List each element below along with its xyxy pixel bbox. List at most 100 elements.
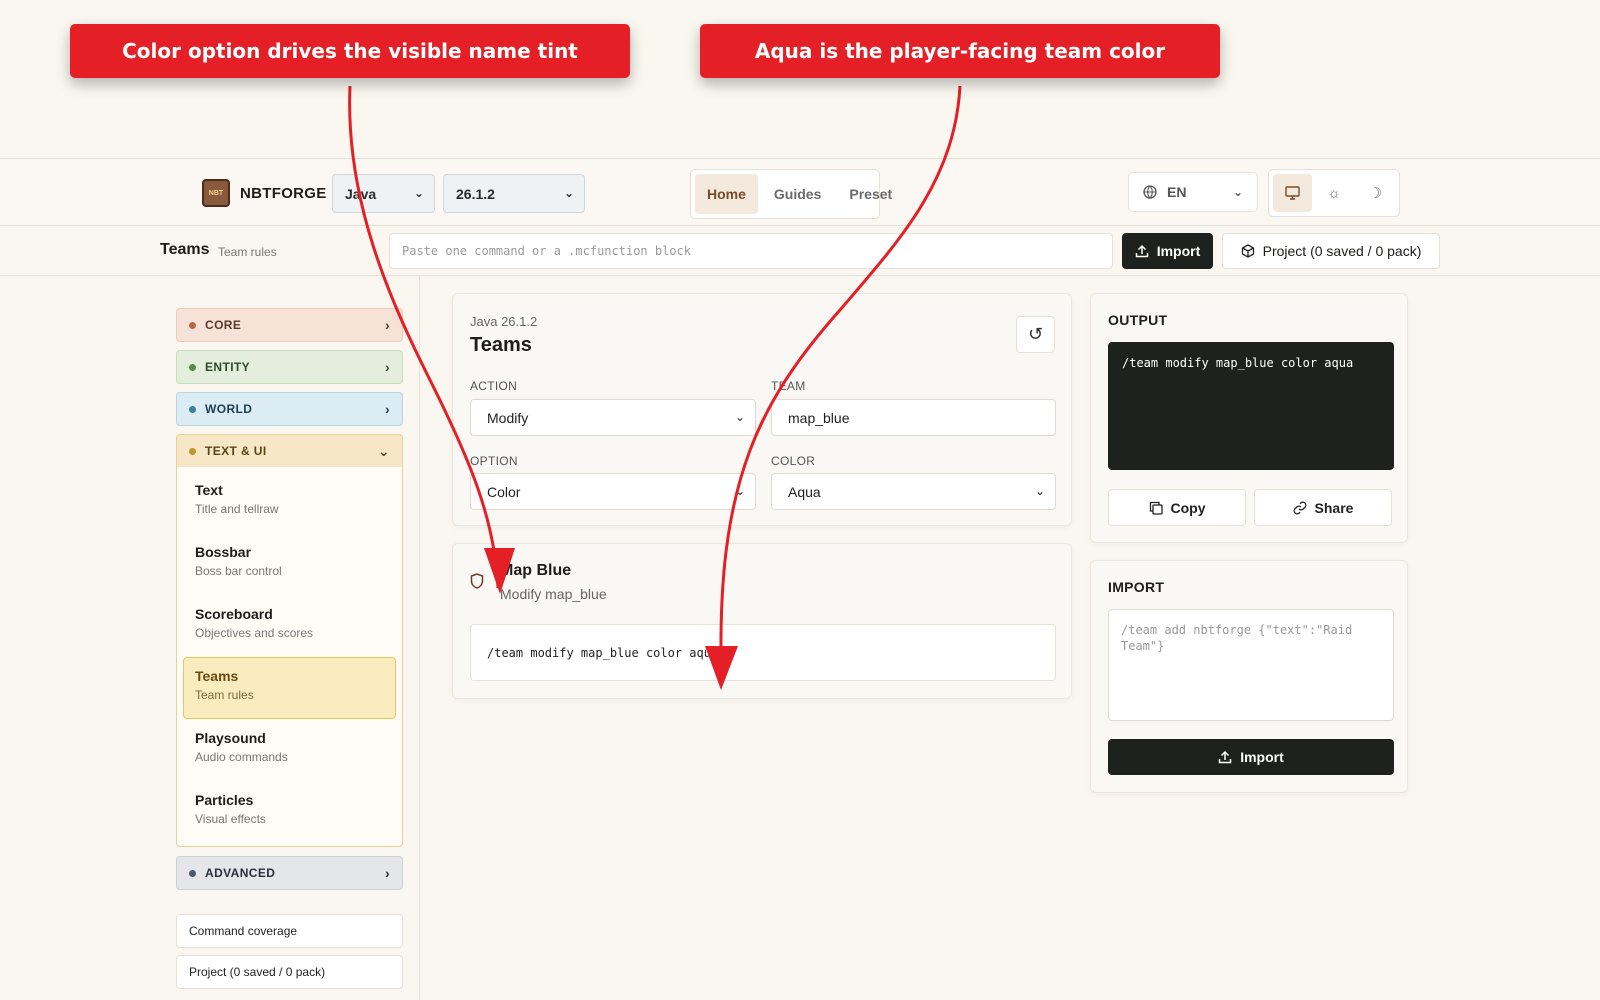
theme-dark-button[interactable]: ☽ (1356, 174, 1395, 212)
category-dot (189, 405, 196, 413)
sidebar-item-bossbar[interactable]: Bossbar Boss bar control (183, 533, 396, 595)
theme-light-button[interactable]: ☼ (1314, 174, 1353, 212)
version-select[interactable]: 26.1.2 ⌄ (443, 174, 585, 213)
option-value: Color (487, 483, 521, 500)
language-value: EN (1167, 184, 1187, 200)
text-ui-subnav: Text Title and tellraw Bossbar Boss bar … (176, 467, 403, 847)
sidebar-item-subtitle: Boss bar control (195, 564, 282, 578)
annotation-callout-color-option: Color option drives the visible name tin… (70, 24, 630, 78)
form-version-label: Java 26.1.2 (470, 314, 538, 329)
form-title: Teams (470, 334, 532, 356)
command-paste-input[interactable]: Paste one command or a .mcfunction block (389, 233, 1113, 269)
copy-icon (1149, 501, 1163, 515)
language-select[interactable]: EN ⌄ (1128, 172, 1258, 212)
sidebar-project-link[interactable]: Project (0 saved / 0 pack) (176, 955, 403, 989)
sidebar-item-subtitle: Title and tellraw (195, 502, 279, 516)
command-coverage-link[interactable]: Command coverage (176, 914, 403, 948)
category-dot (189, 869, 196, 877)
chevron-down-icon: ⌄ (734, 484, 745, 498)
import-submit-label: Import (1240, 749, 1284, 765)
sidebar-item-particles[interactable]: Particles Visual effects (183, 781, 396, 843)
shield-icon (470, 573, 484, 589)
action-select[interactable]: Modify ⌄ (470, 399, 756, 436)
category-advanced-label: ADVANCED (205, 866, 276, 880)
chevron-down-icon: ⌄ (413, 186, 424, 200)
sidebar-item-subtitle: Objectives and scores (195, 626, 314, 640)
project-button-label: Project (0 saved / 0 pack) (1262, 243, 1422, 259)
category-dot (189, 447, 196, 455)
import-card: IMPORT /team add nbtforge {"text":"Raid … (1090, 560, 1408, 793)
top-bar: NBT NBTFORGE Java ⌄ 26.1.2 ⌄ Home Guides… (0, 158, 1600, 226)
copy-button-label: Copy (1170, 499, 1206, 516)
import-button-label: Import (1156, 243, 1201, 259)
import-button[interactable]: Import (1122, 233, 1213, 269)
edition-select[interactable]: Java ⌄ (332, 174, 435, 213)
share-button[interactable]: Share (1254, 489, 1392, 526)
reset-button[interactable]: ↺ (1016, 316, 1055, 353)
chevron-down-icon: ⌄ (377, 442, 390, 459)
sidebar-item-title: Scoreboard (195, 606, 273, 622)
category-world-label: WORLD (205, 402, 253, 416)
import-heading: IMPORT (1108, 579, 1165, 595)
nav-home[interactable]: Home (695, 174, 758, 214)
sidebar-item-title: Teams (195, 668, 239, 684)
sidebar-item-title: Playsound (195, 730, 266, 746)
preview-subtitle: Modify map_blue (500, 586, 607, 602)
category-text-ui[interactable]: TEXT & UI ⌄ (176, 434, 403, 468)
preview-command: /team modify map_blue color aqua (470, 624, 1056, 681)
output-command-box[interactable]: /team modify map_blue color aqua (1108, 342, 1394, 470)
project-button[interactable]: Project (0 saved / 0 pack) (1222, 233, 1440, 269)
chevron-right-icon: › (384, 359, 390, 375)
category-dot (189, 363, 196, 371)
moon-icon: ☽ (1368, 185, 1383, 202)
page-subtitle: Team rules (218, 245, 277, 259)
brand-name: NBTFORGE (240, 184, 327, 202)
color-select[interactable]: Aqua ⌄ (771, 473, 1056, 510)
chevron-down-icon: ⌄ (734, 410, 745, 424)
copy-button[interactable]: Copy (1108, 489, 1246, 526)
chevron-down-icon: ⌄ (1034, 484, 1045, 498)
brand[interactable]: NBT NBTFORGE (202, 179, 327, 207)
import-submit-button[interactable]: Import (1108, 739, 1394, 775)
sidebar-item-text[interactable]: Text Title and tellraw (183, 471, 396, 533)
chevron-down-icon: ⌄ (563, 186, 574, 200)
teams-form-card: Java 26.1.2 Teams ↺ ACTION Modify ⌄ TEAM… (452, 293, 1072, 526)
sidebar-item-teams[interactable]: Teams Team rules (183, 657, 396, 719)
category-advanced[interactable]: ADVANCED › (176, 856, 403, 890)
team-label: TEAM (771, 379, 806, 393)
category-world[interactable]: WORLD › (176, 392, 403, 426)
sidebar-item-playsound[interactable]: Playsound Audio commands (183, 719, 396, 781)
link-icon (1293, 501, 1306, 514)
sidebar-item-subtitle: Visual effects (195, 812, 266, 826)
option-label: OPTION (470, 454, 518, 468)
sub-toolbar: Teams Team rules Paste one command or a … (0, 226, 1600, 276)
upload-icon (1218, 750, 1232, 764)
category-entity[interactable]: ENTITY › (176, 350, 403, 384)
globe-icon (1143, 185, 1157, 199)
option-select[interactable]: Color ⌄ (470, 473, 756, 510)
sidebar-item-subtitle: Team rules (195, 688, 254, 702)
theme-switcher: ☼ ☽ (1268, 169, 1400, 217)
nav-preset[interactable]: Preset (837, 174, 904, 214)
category-dot (189, 321, 196, 329)
output-card: OUTPUT /team modify map_blue color aqua … (1090, 293, 1408, 543)
share-button-label: Share (1314, 499, 1354, 516)
sidebar-item-subtitle: Audio commands (195, 750, 288, 764)
sidebar-item-scoreboard[interactable]: Scoreboard Objectives and scores (183, 595, 396, 657)
brand-logo-icon: NBT (202, 179, 230, 207)
sidebar-item-title: Text (195, 482, 223, 498)
color-label: COLOR (771, 454, 816, 468)
sun-icon: ☼ (1327, 184, 1341, 202)
main-nav: Home Guides Preset (690, 169, 892, 219)
edition-value: Java (345, 185, 377, 202)
team-preview-card: Map Blue Modify map_blue /team modify ma… (452, 543, 1072, 699)
import-textarea[interactable]: /team add nbtforge {"text":"Raid Team"} (1108, 609, 1394, 721)
category-entity-label: ENTITY (205, 360, 251, 374)
upload-icon (1135, 244, 1148, 258)
theme-system-button[interactable] (1273, 174, 1313, 212)
nav-guides[interactable]: Guides (762, 174, 833, 214)
category-core[interactable]: CORE › (176, 308, 403, 342)
sidebar-item-title: Bossbar (195, 544, 252, 560)
monitor-icon (1285, 186, 1300, 200)
team-input[interactable]: map_blue (771, 399, 1056, 436)
